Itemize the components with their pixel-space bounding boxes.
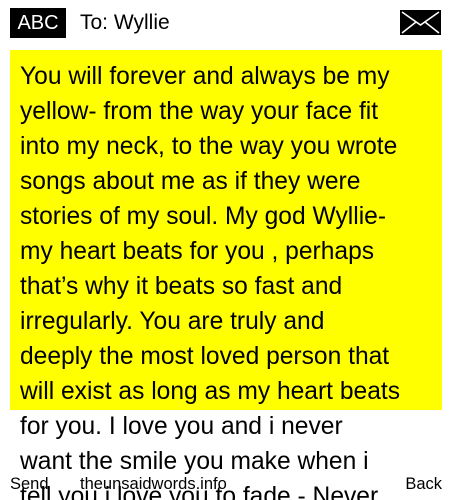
message-line: into my neck, to the way you wrote bbox=[20, 133, 398, 160]
input-mode-badge[interactable]: ABC bbox=[10, 8, 66, 38]
send-softkey[interactable]: Send bbox=[10, 473, 49, 495]
message-line: yellow- from the way your face fit bbox=[20, 98, 379, 125]
message-text: You will forever and always be my yellow… bbox=[20, 59, 434, 500]
message-body[interactable]: You will forever and always be my yellow… bbox=[10, 50, 442, 500]
message-line: for you. I love you and i never bbox=[20, 413, 343, 440]
message-line: my heart beats for you , perhaps bbox=[20, 238, 375, 265]
message-line: irregularly. You are truly and bbox=[20, 308, 325, 335]
back-softkey[interactable]: Back bbox=[405, 473, 442, 495]
watermark-text: theunsaidwords.info bbox=[80, 475, 227, 493]
message-line: will exist as long as my heart beats bbox=[20, 378, 401, 405]
message-line: songs about me as if they were bbox=[20, 168, 361, 195]
message-line: deeply the most loved person that bbox=[20, 343, 390, 370]
message-line: You will forever and always be my bbox=[20, 63, 390, 90]
recipient-field[interactable]: To: Wyllie bbox=[80, 8, 170, 38]
softkey-bar: Send theunsaidwords.info Back bbox=[0, 473, 450, 495]
message-line: that’s why it beats so fast and bbox=[20, 273, 343, 300]
envelope-icon bbox=[400, 10, 441, 35]
message-line: stories of my soul. My god Wyllie- bbox=[20, 203, 387, 230]
compose-header: ABC To: Wyllie bbox=[0, 0, 450, 46]
